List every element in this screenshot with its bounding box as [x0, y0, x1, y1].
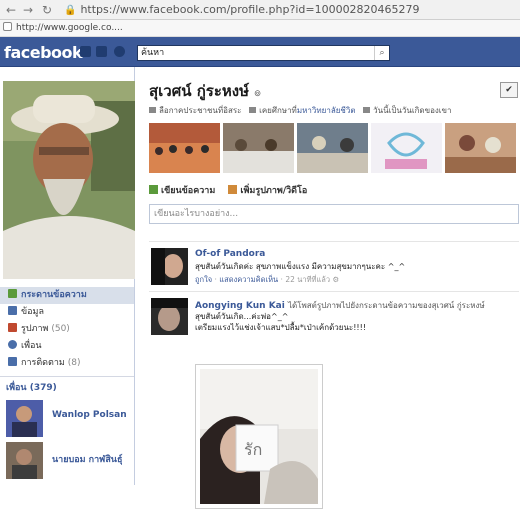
facebook-header: facebook ค้นหา ⌕ — [0, 37, 520, 67]
friend-item[interactable]: Wanlop Polsan — [6, 400, 134, 438]
friend-name[interactable]: นายบอม กาฬสินธุ์ — [52, 452, 122, 466]
address-bar[interactable]: 🔒 https://www.facebook.com/profile.php?id… — [64, 2, 520, 18]
back-icon[interactable]: ← — [4, 3, 18, 17]
school-link[interactable]: มหาวิทยาลัยชีวิต — [297, 106, 356, 115]
search-icon[interactable]: ⌕ — [374, 46, 389, 60]
profile-info-line: ลือกาคประชาชนที่อิสระ เคยศึกษาที่มหาวิทย… — [149, 104, 452, 117]
profile-options-button[interactable]: ✔ — [500, 82, 518, 98]
subscriptions-icon — [8, 357, 17, 366]
profile-main: สุเวศน์ กู่ระหงษ์ ๏ ✔ ลือกาคประชาชนที่อิ… — [135, 67, 520, 509]
recent-photo[interactable] — [297, 123, 368, 173]
recent-photo[interactable] — [445, 123, 516, 173]
recent-photo[interactable] — [149, 123, 220, 173]
avatar[interactable] — [151, 298, 188, 335]
check-icon: ✔ — [505, 85, 513, 95]
profile-picture-image — [3, 81, 135, 279]
search-input[interactable]: ค้นหา ⌕ — [137, 45, 390, 61]
post-meta: ถูกใจ · แสดงความคิดเห็น · 22 นาทีที่แล้ว… — [195, 275, 340, 284]
avatar[interactable] — [6, 400, 43, 437]
profile-name: สุเวศน์ กู่ระหงษ์ ๏ — [149, 82, 261, 100]
photo-card-text: รัก — [244, 440, 262, 459]
forward-icon[interactable]: → — [21, 3, 35, 17]
friend-item[interactable]: นายบอม กาฬสินธุ์ — [6, 442, 134, 480]
comment-link[interactable]: แสดงความคิดเห็น — [219, 275, 278, 284]
notifications-icon[interactable] — [114, 46, 125, 57]
avatar[interactable] — [151, 248, 188, 285]
bookmarks-bar: http://www.google.co.... — [0, 20, 520, 37]
friends-icon — [8, 340, 17, 349]
divider — [0, 376, 134, 377]
reload-icon[interactable]: ↻ — [40, 3, 54, 17]
browser-toolbar: ← → ↻ 🔒 https://www.facebook.com/profile.… — [0, 0, 520, 20]
post-message: สุขสันต์วันเกิดค่ะ สุขภาพแข็งแรง มีความส… — [195, 262, 406, 271]
gear-icon[interactable]: ⚙ — [333, 275, 340, 284]
avatar[interactable] — [6, 442, 43, 479]
status-input[interactable]: เขียนอะไรบางอย่าง... — [149, 204, 519, 224]
friends-heading[interactable]: เพื่อน (379) — [6, 380, 57, 394]
sidebar-item-subscriptions[interactable]: การติดตาม (8) — [0, 355, 134, 372]
post-time: 22 นาทีที่แล้ว — [285, 275, 331, 284]
composer-tabs: เขียนข้อความ เพิ่มรูปภาพ/วิดีโอ — [149, 183, 317, 197]
sidebar-nav: กระดานข้อความ ข้อมูล รูปภาพ (50) เพื่อน … — [0, 287, 134, 372]
friend-name[interactable]: Wanlop Polsan — [52, 410, 127, 420]
bookmark-page-icon — [3, 22, 12, 31]
wall-post: Aongying Kun Kai ได้โพสต์รูปภาพไปยังกระด… — [149, 291, 519, 509]
post-author[interactable]: Of-of Pandora — [195, 249, 265, 259]
recent-photo[interactable] — [223, 123, 294, 173]
briefcase-icon — [149, 107, 156, 113]
tab-post[interactable]: เขียนข้อความ — [149, 185, 215, 196]
bookmark-google[interactable]: http://www.google.co.... — [16, 23, 123, 33]
sidebar-item-friends[interactable]: เพื่อน — [0, 338, 134, 355]
profile-picture[interactable] — [3, 81, 135, 279]
sidebar-item-wall[interactable]: กระดานข้อความ — [0, 287, 134, 304]
messages-icon[interactable] — [96, 46, 107, 57]
camera-icon — [228, 185, 238, 194]
post-icon — [149, 185, 158, 194]
school-icon — [249, 107, 257, 113]
lock-icon: 🔒 — [64, 5, 77, 16]
like-link[interactable]: ถูกใจ — [195, 275, 212, 284]
info-icon — [8, 306, 17, 315]
photos-icon — [8, 323, 17, 332]
post-photo-image: รัก — [200, 369, 318, 504]
url-text: https://www.facebook.com/profile.php?id=… — [80, 3, 420, 16]
profile-sidebar: กระดานข้อความ ข้อมูล รูปภาพ (50) เพื่อน … — [0, 67, 135, 485]
recent-photos-strip — [149, 123, 519, 173]
post-message: สุขสันต์วันเกิด...ค่ะพ่อ^_^ เตรียมแรงไว้แ… — [195, 312, 367, 332]
recent-photo[interactable] — [371, 123, 442, 173]
search-input-value: ค้นหา — [141, 48, 165, 58]
sidebar-item-photos[interactable]: รูปภาพ (50) — [0, 321, 134, 338]
friend-requests-icon[interactable] — [80, 46, 91, 57]
facebook-logo[interactable]: facebook — [4, 43, 83, 62]
wall-icon — [8, 289, 17, 298]
post-photo[interactable]: รัก — [195, 364, 323, 509]
sidebar-item-info[interactable]: ข้อมูล — [0, 304, 134, 321]
tab-add-photo[interactable]: เพิ่มรูปภาพ/วิดีโอ — [228, 185, 307, 196]
birthday-icon — [363, 107, 371, 113]
wall-post: Of-of Pandora สุขสันต์วันเกิดค่ะ สุขภาพแ… — [149, 241, 519, 291]
